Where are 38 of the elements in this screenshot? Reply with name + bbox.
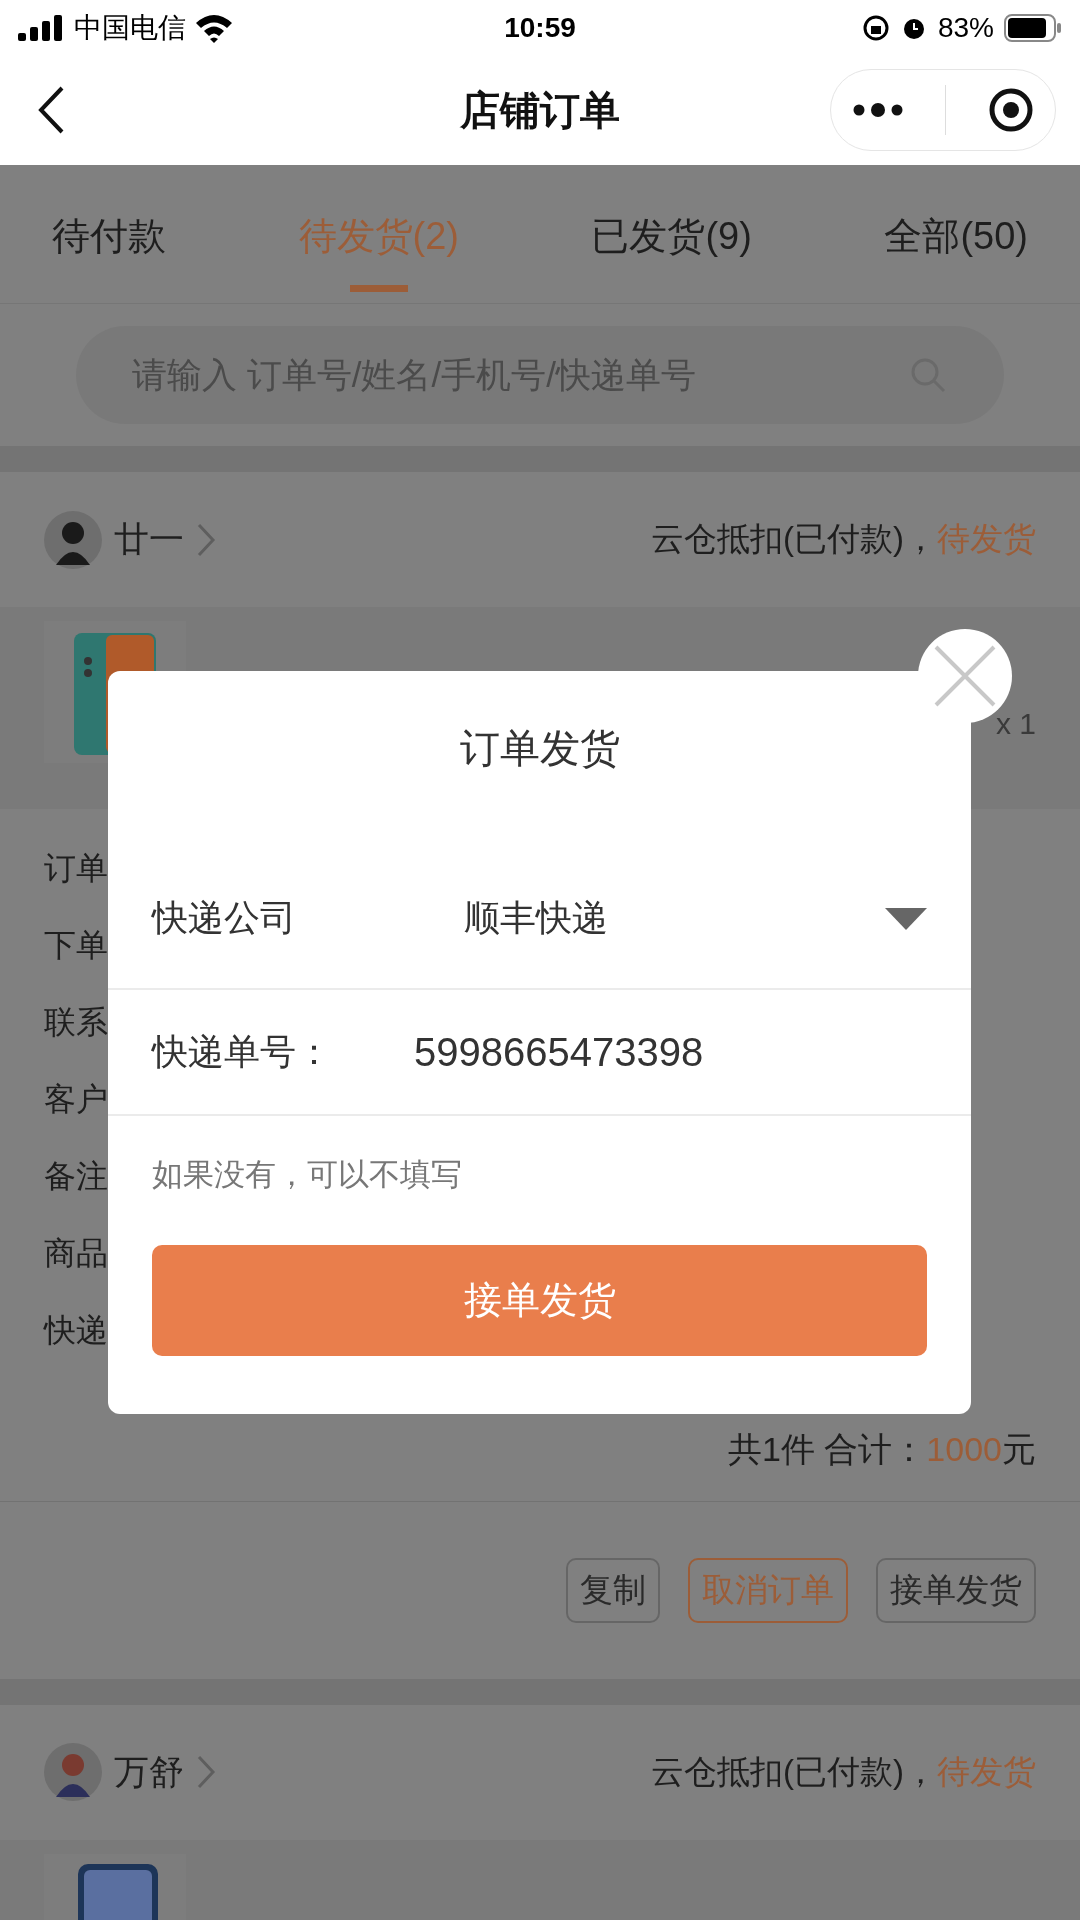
detail-label: 下单: [44, 926, 108, 965]
order-tab[interactable]: 待付款: [52, 210, 166, 292]
chevron-right-icon: [196, 521, 216, 558]
detail-label: 订单: [44, 849, 108, 888]
detail-label: 客户: [44, 1080, 108, 1119]
chevron-right-icon: [196, 1754, 216, 1791]
more-icon[interactable]: [851, 102, 904, 118]
dropdown-caret-icon[interactable]: [885, 907, 927, 930]
product-quantity: x 1: [995, 707, 1036, 742]
buyer-name: 廿一: [114, 518, 184, 561]
order-status: 云仓抵扣(已付款)，待发货: [651, 1752, 1036, 1792]
avatar-icon: [44, 1743, 102, 1802]
detail-label: 备注: [44, 1157, 108, 1196]
page-title: 店铺订单: [459, 86, 621, 134]
battery-icon: [1004, 13, 1062, 42]
order-tab[interactable]: 全部(50): [884, 210, 1028, 292]
avatar-icon: [44, 510, 102, 569]
buyer-name: 万舒: [114, 1751, 184, 1793]
dialog-title: 订单发货: [458, 725, 621, 772]
order-action-button[interactable]: 接单发货: [876, 1558, 1036, 1624]
order-action-button[interactable]: 复制: [566, 1558, 660, 1624]
detail-label: 联系: [44, 1003, 108, 1042]
order-status: 云仓抵扣(已付款)，待发货: [651, 519, 1036, 560]
hint-text: 如果没有，可以不填写: [151, 1156, 463, 1194]
detail-label: 商品: [44, 1234, 108, 1273]
order-tab[interactable]: 已发货(9): [591, 210, 752, 292]
clock-time: 10:59: [504, 11, 576, 44]
back-icon[interactable]: [36, 85, 66, 135]
ship-order-button[interactable]: 接单发货: [152, 1245, 927, 1356]
tracking-number-field[interactable]: 5998665473398: [414, 1029, 704, 1075]
courier-select[interactable]: 顺丰快递: [464, 894, 608, 943]
battery-percent: 83%: [937, 11, 994, 44]
carrier-name: 中国电信: [74, 10, 186, 45]
detail-label: 快递: [44, 1311, 108, 1350]
wifi-icon: [194, 12, 234, 43]
field-label: 快递公司: [152, 896, 297, 940]
rotation-lock-icon: [861, 13, 890, 42]
close-app-icon[interactable]: [988, 87, 1035, 133]
